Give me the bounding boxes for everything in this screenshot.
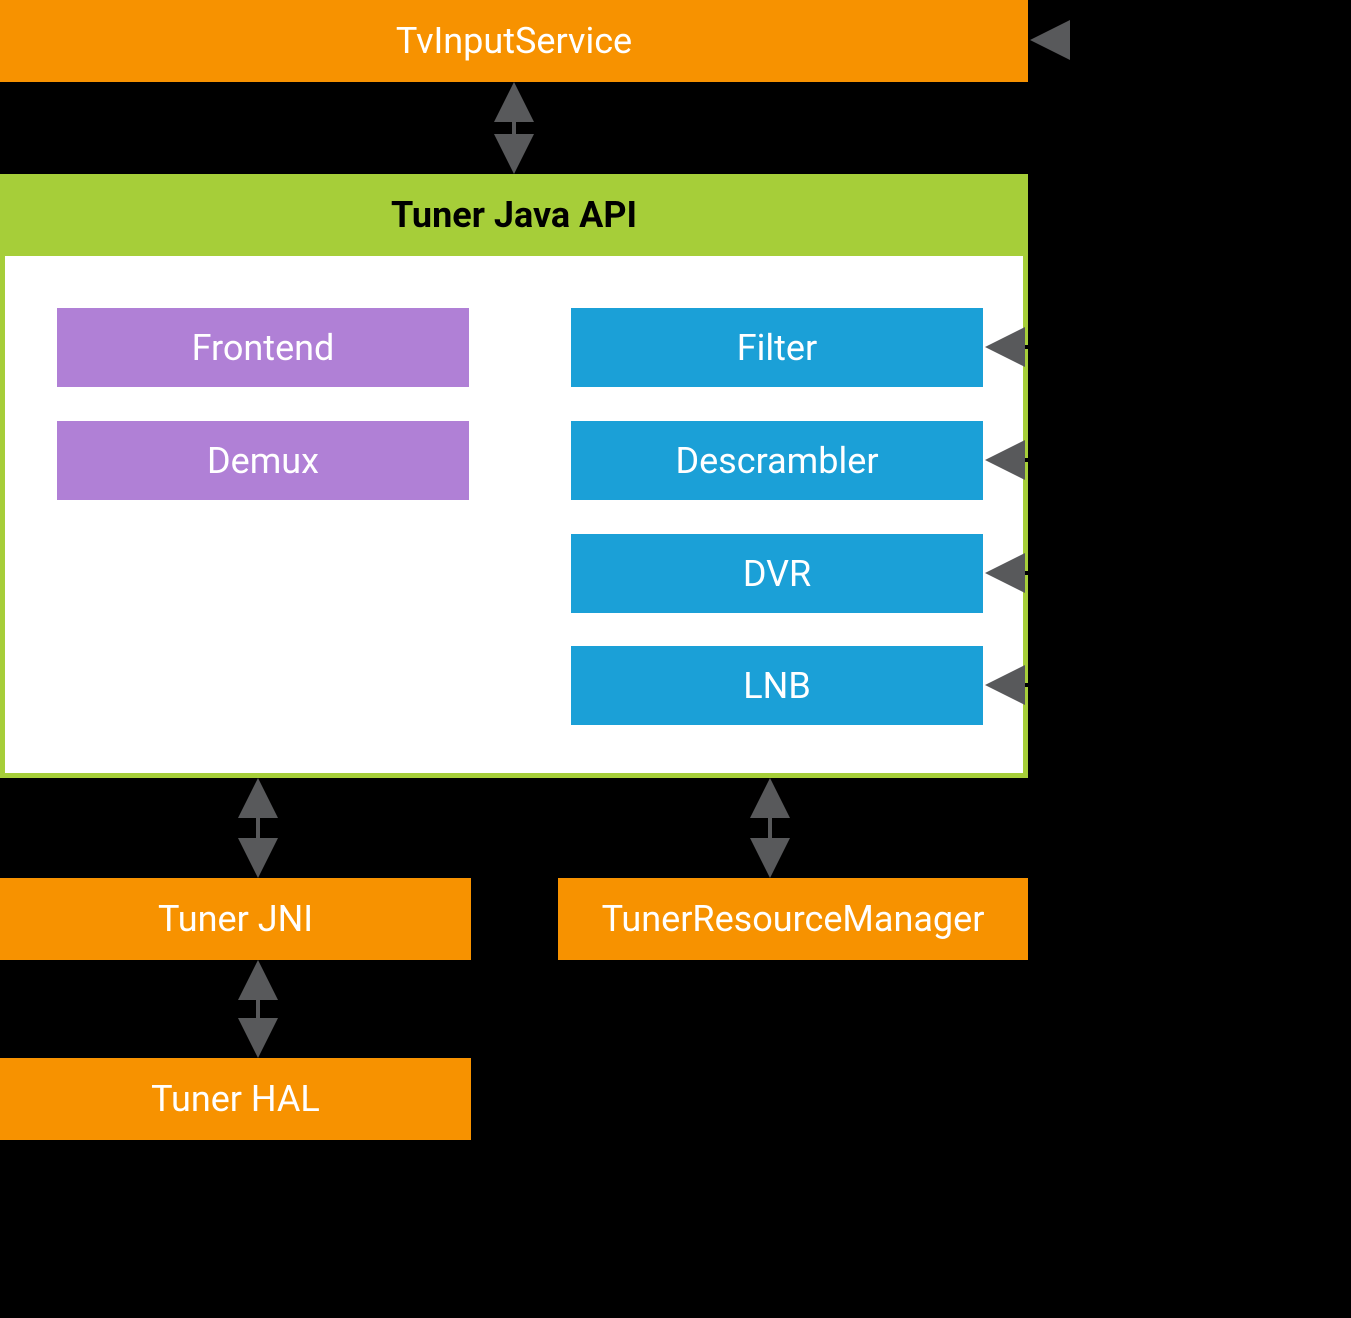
- frontend-label: Frontend: [192, 327, 335, 369]
- tuner-jni-label: Tuner JNI: [158, 898, 313, 940]
- tuner-hal-label: Tuner HAL: [151, 1078, 320, 1120]
- tuner-java-api-header: Tuner Java API: [0, 174, 1028, 256]
- demux-box: Demux: [57, 421, 469, 500]
- dvr-box: DVR: [571, 534, 983, 613]
- lnb-label: LNB: [743, 665, 811, 707]
- tuner-resource-manager-box: TunerResourceManager: [558, 878, 1028, 960]
- frontend-box: Frontend: [57, 308, 469, 387]
- tuner-java-api-body: Frontend Demux Filter Descrambler DVR LN…: [5, 256, 1023, 773]
- tuner-resource-manager-label: TunerResourceManager: [602, 898, 985, 940]
- tuner-jni-box: Tuner JNI: [0, 878, 471, 960]
- filter-label: Filter: [737, 327, 817, 369]
- tuner-java-api-label: Tuner Java API: [391, 194, 637, 236]
- tuner-hal-box: Tuner HAL: [0, 1058, 471, 1140]
- filter-box: Filter: [571, 308, 983, 387]
- tv-input-service-label: TvInputService: [396, 20, 632, 62]
- tv-input-service-box: TvInputService: [0, 0, 1028, 82]
- lnb-box: LNB: [571, 646, 983, 725]
- descrambler-label: Descrambler: [675, 440, 878, 482]
- dvr-label: DVR: [743, 553, 811, 595]
- descrambler-box: Descrambler: [571, 421, 983, 500]
- tuner-java-api-container: Tuner Java API Frontend Demux Filter Des…: [0, 174, 1028, 778]
- demux-label: Demux: [207, 440, 319, 482]
